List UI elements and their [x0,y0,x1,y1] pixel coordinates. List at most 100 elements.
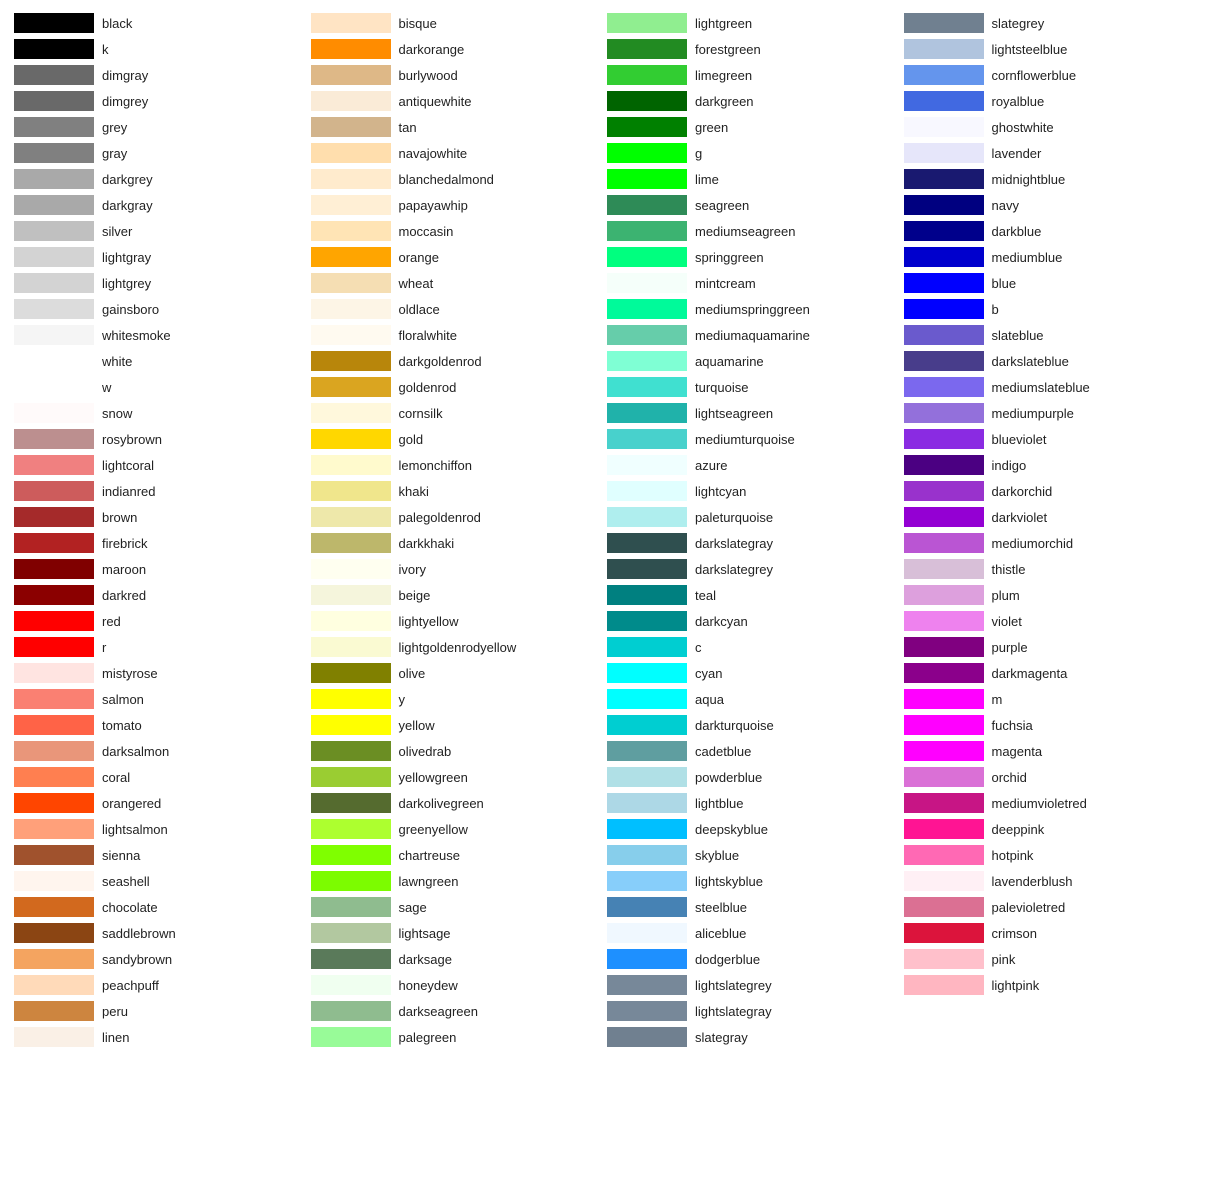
color-row: beige [307,582,604,608]
color-swatch [607,1027,687,1047]
color-label: blueviolet [992,432,1047,447]
color-row: cornflowerblue [900,62,1197,88]
color-row: gold [307,426,604,452]
color-label: b [992,302,999,317]
color-swatch [904,923,984,943]
color-row: lightsalmon [10,816,307,842]
color-label: darkviolet [992,510,1048,525]
color-label: lightskyblue [695,874,763,889]
color-label: lightcoral [102,458,154,473]
color-swatch [607,715,687,735]
color-grid: blackkdimgraydimgreygreygraydarkgreydark… [10,10,1196,1050]
color-row: aqua [603,686,900,712]
color-swatch [311,429,391,449]
color-swatch [904,507,984,527]
color-row: darkred [10,582,307,608]
color-label: deepskyblue [695,822,768,837]
color-swatch [311,507,391,527]
color-label: greenyellow [399,822,468,837]
color-row: navajowhite [307,140,604,166]
color-row: darkgray [10,192,307,218]
color-label: slategrey [992,16,1045,31]
column-2: lightgreenforestgreenlimegreendarkgreeng… [603,10,900,1050]
color-label: azure [695,458,728,473]
color-row: darkviolet [900,504,1197,530]
color-label: midnightblue [992,172,1066,187]
color-row: dimgrey [10,88,307,114]
color-row: brown [10,504,307,530]
color-swatch [311,741,391,761]
color-row: lightblue [603,790,900,816]
color-row: indianred [10,478,307,504]
color-row: lightgray [10,244,307,270]
color-label: ghostwhite [992,120,1054,135]
color-label: red [102,614,121,629]
color-swatch [311,351,391,371]
color-label: lime [695,172,719,187]
color-row: darksage [307,946,604,972]
color-label: gray [102,146,127,161]
color-row: b [900,296,1197,322]
color-label: purple [992,640,1028,655]
color-row: lime [603,166,900,192]
color-label: turquoise [695,380,748,395]
color-label: m [992,692,1003,707]
color-swatch [904,533,984,553]
color-swatch [14,65,94,85]
color-swatch [607,897,687,917]
color-row: ivory [307,556,604,582]
color-label: hotpink [992,848,1034,863]
color-row: aquamarine [603,348,900,374]
color-row: lightslategray [603,998,900,1024]
color-row: seashell [10,868,307,894]
color-label: magenta [992,744,1043,759]
color-swatch [311,949,391,969]
color-label: darkgoldenrod [399,354,482,369]
color-label: mediumvioletred [992,796,1087,811]
color-label: darkgray [102,198,153,213]
color-label: steelblue [695,900,747,915]
color-label: black [102,16,132,31]
color-swatch [311,403,391,423]
color-label: chartreuse [399,848,460,863]
color-label: navy [992,198,1019,213]
color-label: tan [399,120,417,135]
color-label: oldlace [399,302,440,317]
color-swatch [607,845,687,865]
color-row: forestgreen [603,36,900,62]
color-label: firebrick [102,536,148,551]
color-label: darkmagenta [992,666,1068,681]
color-row: turquoise [603,374,900,400]
color-row: y [307,686,604,712]
color-label: seashell [102,874,150,889]
color-row: ghostwhite [900,114,1197,140]
color-row: honeydew [307,972,604,998]
color-swatch [311,221,391,241]
color-swatch [311,611,391,631]
color-row: sandybrown [10,946,307,972]
color-swatch [14,1001,94,1021]
color-label: palegoldenrod [399,510,481,525]
color-label: lightgoldenrodyellow [399,640,517,655]
color-label: papayawhip [399,198,468,213]
color-swatch [607,507,687,527]
color-label: burlywood [399,68,458,83]
color-row: seagreen [603,192,900,218]
color-label: aqua [695,692,724,707]
color-row: deeppink [900,816,1197,842]
color-label: yellowgreen [399,770,468,785]
column-1: bisquedarkorangeburlywoodantiquewhitetan… [307,10,604,1050]
color-swatch [311,845,391,865]
color-label: yellow [399,718,435,733]
color-swatch [311,663,391,683]
color-row: azure [603,452,900,478]
color-label: olive [399,666,426,681]
color-row: greenyellow [307,816,604,842]
color-swatch [14,507,94,527]
color-swatch [904,793,984,813]
color-row: floralwhite [307,322,604,348]
color-label: indianred [102,484,156,499]
color-swatch [904,897,984,917]
color-label: blanchedalmond [399,172,494,187]
color-swatch [14,221,94,241]
